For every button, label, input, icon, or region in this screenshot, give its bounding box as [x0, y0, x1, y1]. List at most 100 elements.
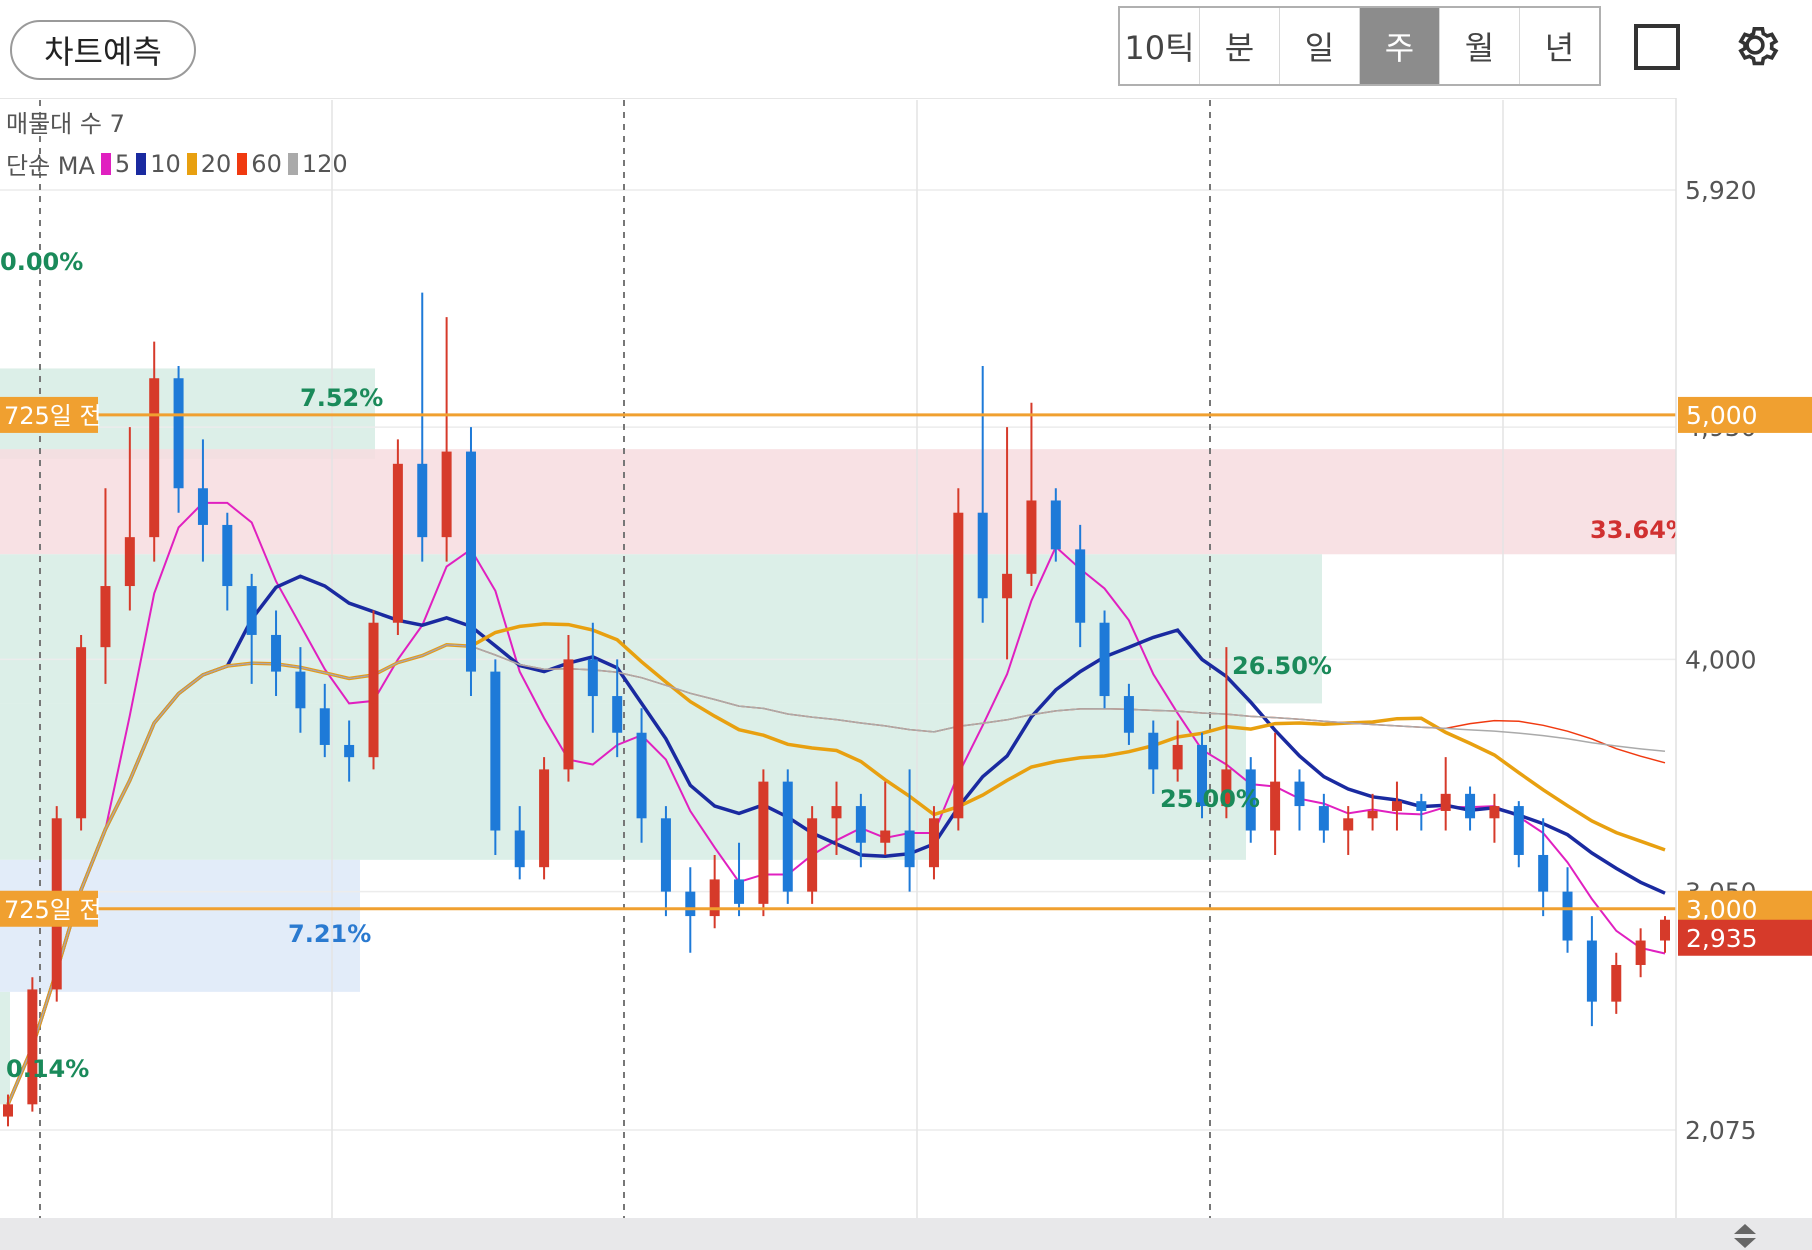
period-tab-week[interactable]: 주: [1360, 8, 1440, 84]
candle-body: [295, 671, 306, 709]
candle-body: [1123, 696, 1134, 733]
candle-body: [587, 659, 598, 697]
zone-percent-label: 26.50%: [1232, 652, 1332, 680]
square-icon[interactable]: [1634, 24, 1680, 70]
candle-body: [149, 378, 160, 538]
candle-body: [246, 586, 257, 635]
candle-body: [831, 806, 842, 819]
candle-body: [1513, 806, 1524, 855]
candle-body: [100, 586, 111, 648]
period-tab-year[interactable]: 년: [1520, 8, 1599, 84]
candle-body: [880, 830, 891, 843]
toolbar: 차트예측 10틱 분 일 주 월 년: [0, 0, 1812, 99]
period-tab-day[interactable]: 일: [1280, 8, 1360, 84]
candle-body: [1343, 818, 1354, 831]
candle-body: [1367, 810, 1378, 819]
ma60-swatch: [237, 152, 248, 175]
candle-body: [709, 879, 720, 917]
candlestick-chart[interactable]: 725일 전 725일 전 0.00% 7.52% 33.64% 26.50% 25.00%…: [0, 98, 1812, 1218]
candle-body: [1538, 854, 1549, 892]
hline-725d-label: 725일 전: [4, 402, 102, 430]
period-tab-month[interactable]: 월: [1440, 8, 1520, 84]
candle-body: [1562, 891, 1573, 941]
period-tab-minute[interactable]: 분: [1200, 8, 1280, 84]
ma5-label: 5: [114, 149, 131, 178]
zone-percent-label: 33.64%: [1590, 516, 1690, 544]
candle-body: [441, 451, 452, 538]
ma20-swatch: [186, 152, 197, 175]
ma60-label: 60: [251, 149, 282, 178]
candle-body: [782, 781, 793, 892]
sort-arrows-icon[interactable]: [1730, 1222, 1760, 1250]
zone-percent-label: 0.14%: [6, 1055, 89, 1083]
candle-body: [660, 818, 671, 892]
candle-body: [977, 512, 988, 599]
price-marker-label: 5,000: [1686, 401, 1758, 430]
candle-body: [1465, 793, 1476, 819]
hline-725d-label: 725일 전: [4, 896, 102, 924]
price-tick-label: 5,920: [1685, 176, 1757, 205]
candle-body: [855, 806, 866, 843]
candle-body: [490, 671, 501, 831]
candle-body: [271, 634, 282, 672]
candle-body: [904, 830, 915, 868]
candle-body: [1318, 806, 1329, 831]
candle-body: [1099, 622, 1110, 697]
candle-body: [1416, 801, 1427, 811]
ma-legend-prefix: 단순 MA: [6, 152, 95, 180]
candle-body: [928, 818, 939, 868]
zone-percent-label: 7.21%: [288, 920, 371, 948]
candle-body: [758, 781, 769, 904]
candle-body: [734, 879, 745, 904]
candle-body: [344, 744, 355, 758]
candle-body: [465, 451, 476, 672]
candle-body: [1440, 793, 1451, 811]
candle-body: [3, 1104, 13, 1117]
period-tab-10tick[interactable]: 10틱: [1120, 8, 1200, 84]
candle-body: [1391, 801, 1402, 811]
candle-body: [1172, 744, 1183, 770]
zone-percent-label: 0.00%: [0, 248, 83, 276]
candle-body: [563, 659, 574, 770]
candle-body: [685, 891, 696, 917]
candle-body: [392, 463, 403, 623]
candle-body: [1050, 500, 1061, 550]
candle-body: [417, 463, 428, 538]
candle-body: [1611, 964, 1622, 1002]
candle-body: [612, 696, 623, 733]
price-marker-label: 3,000: [1686, 895, 1758, 924]
chart-predict-button[interactable]: 차트예측: [10, 20, 196, 80]
candle-body: [807, 818, 818, 892]
candle-body: [197, 488, 208, 525]
candle-body: [222, 524, 233, 587]
candle-body: [1586, 940, 1597, 1002]
ma-legend: 단순 MA 5 10 20 60 120: [6, 146, 348, 181]
ma10-label: 10: [150, 149, 181, 178]
candle-body: [173, 378, 184, 489]
candle-body: [953, 512, 964, 819]
candle-body: [76, 647, 87, 819]
zone-percent-label: 7.52%: [300, 384, 383, 412]
volume-zone: [0, 554, 1322, 704]
candle-body: [1002, 573, 1013, 599]
date-axis-strip: [0, 1218, 1812, 1250]
candle-body: [1294, 781, 1305, 807]
volume-zone: [0, 449, 1676, 555]
candle-body: [1148, 732, 1159, 770]
ma120-swatch: [287, 152, 298, 175]
ma20-label: 20: [200, 149, 232, 178]
candle-body: [1489, 806, 1500, 819]
ma120-label: 120: [301, 149, 348, 178]
price-tick-label: 2,075: [1685, 1116, 1757, 1145]
gear-icon[interactable]: [1728, 18, 1782, 72]
ma10-swatch: [136, 152, 147, 175]
candle-body: [1660, 919, 1670, 941]
candle-body: [1075, 549, 1086, 623]
candle-body: [124, 537, 135, 587]
candle-body: [1635, 940, 1646, 965]
candle-body: [319, 708, 330, 745]
candle-body: [539, 769, 550, 868]
price-marker-label: 2,935: [1686, 924, 1758, 953]
candle-body: [27, 989, 38, 1105]
candle-body: [636, 732, 647, 819]
